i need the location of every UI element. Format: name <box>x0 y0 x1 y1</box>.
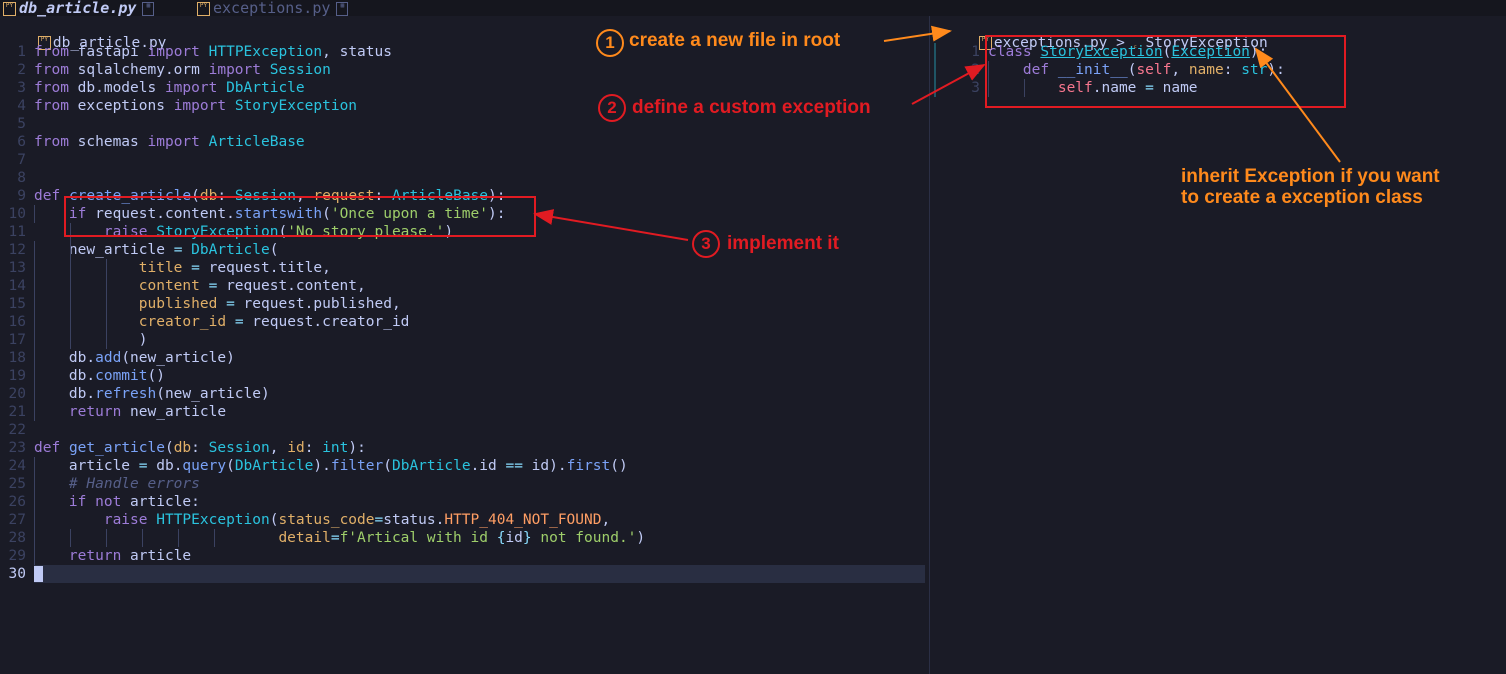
annotation-text-1: create a new file in root <box>629 30 841 51</box>
annotation-text-3: implement it <box>727 233 839 254</box>
annotation-text-2: define a custom exception <box>632 97 871 118</box>
arrow-3 <box>533 209 689 241</box>
annotation-number-1: 1 <box>596 29 624 57</box>
arrow-4 <box>1254 47 1341 163</box>
annotation-number-3: 3 <box>692 230 720 258</box>
annotation-text-4-line1: inherit Exception if you want <box>1181 166 1440 187</box>
arrow-2 <box>911 64 986 105</box>
annotation-number-2: 2 <box>598 94 626 122</box>
annotation-text-4-line2: to create a exception class <box>1181 187 1423 208</box>
arrow-1 <box>883 25 952 42</box>
